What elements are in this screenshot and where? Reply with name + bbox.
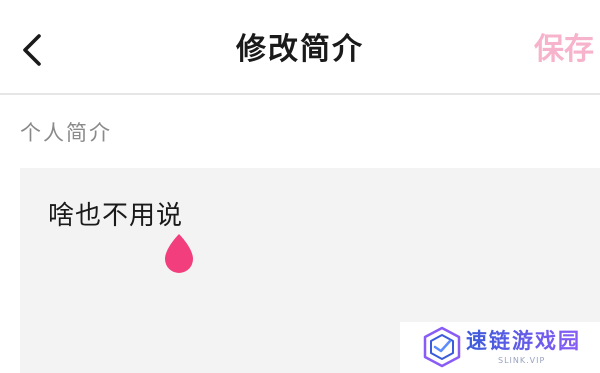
text-cursor-handle-icon[interactable] xyxy=(160,232,198,276)
page-title: 修改简介 xyxy=(236,32,364,67)
watermark-subtitle: SLINK.VIP xyxy=(498,356,546,365)
navigation-bar: 修改简介 保存 xyxy=(0,0,600,95)
bio-section-label: 个人简介 xyxy=(20,121,112,145)
watermark: 速链游戏园 SLINK.VIP xyxy=(400,322,600,373)
bio-text-value: 啥也不用说 xyxy=(48,201,184,231)
watermark-name: 速链游戏园 xyxy=(466,329,581,353)
save-button[interactable]: 保存 xyxy=(534,28,594,72)
cube-logo-icon xyxy=(423,326,461,368)
edit-bio-screen: 修改简介 保存 个人简介 啥也不用说 速链游戏园 SLINK.VIP xyxy=(0,0,600,373)
